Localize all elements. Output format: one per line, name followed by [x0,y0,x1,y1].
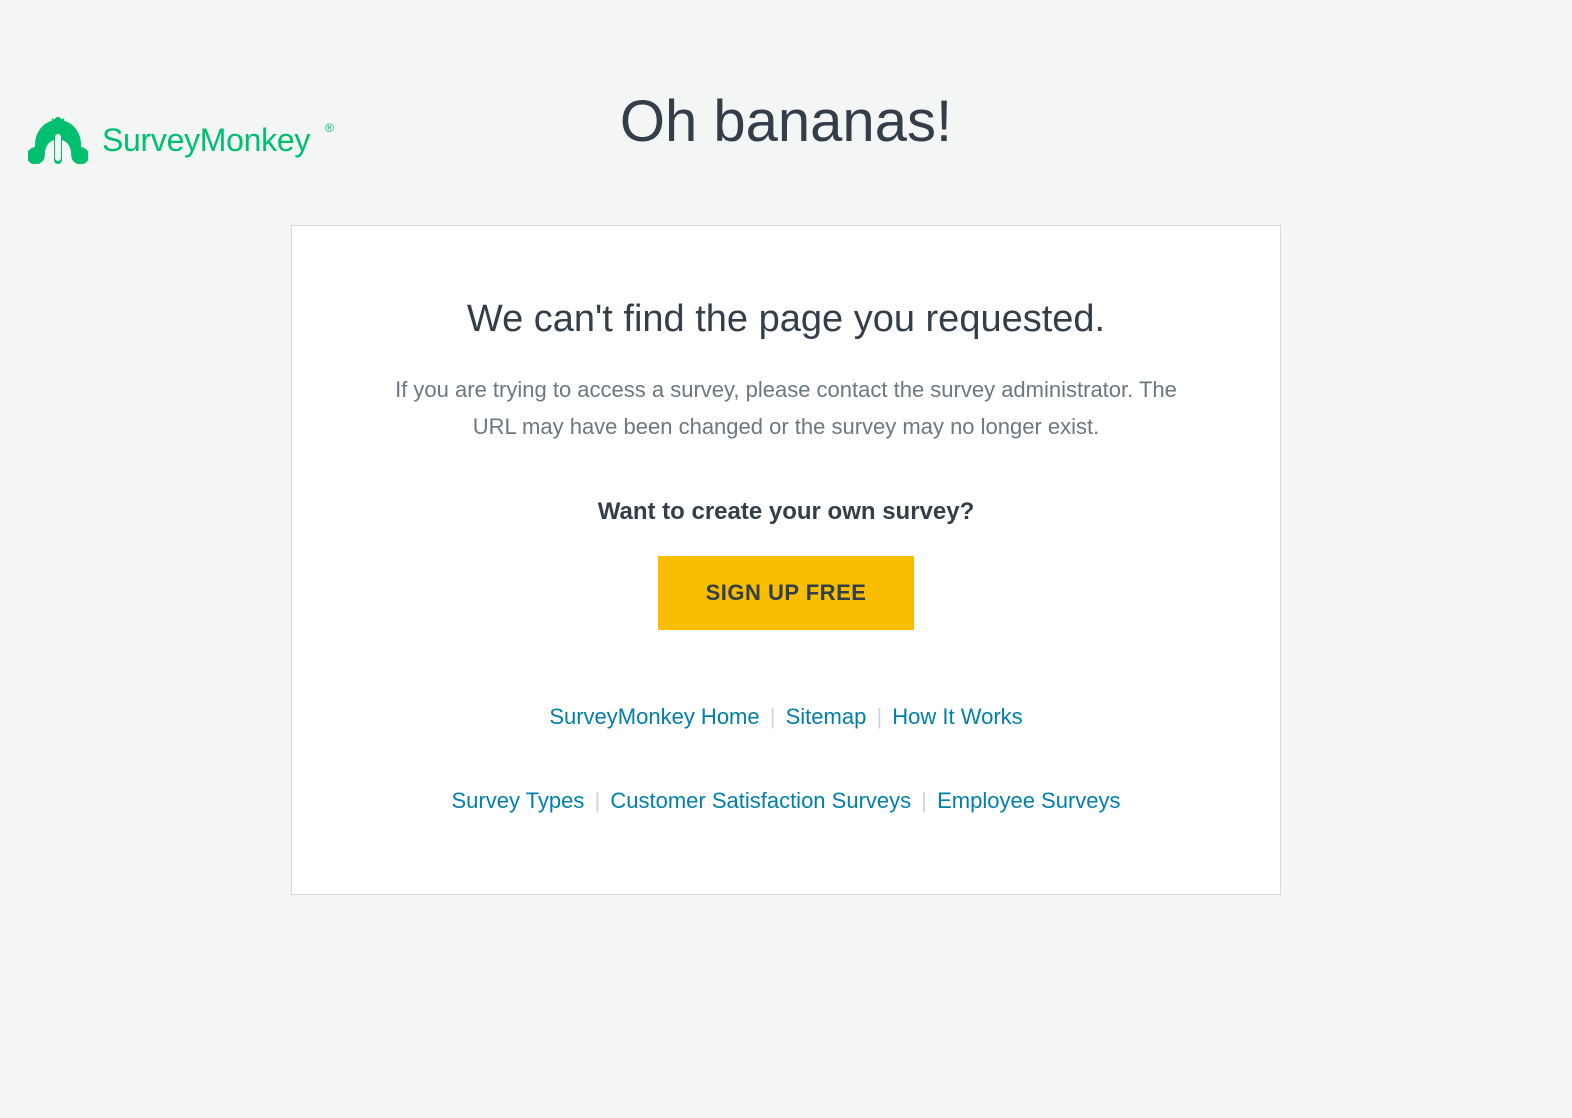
link-how-it-works[interactable]: How It Works [892,704,1022,729]
signup-free-button[interactable]: SIGN UP FREE [658,556,915,630]
footer-links-row-1: SurveyMonkey Home | Sitemap | How It Wor… [352,704,1220,730]
registered-mark: ® [325,121,334,135]
error-card: We can't find the page you requested. If… [291,225,1281,895]
link-employee-surveys[interactable]: Employee Surveys [937,788,1120,813]
footer-links-row-2: Survey Types | Customer Satisfaction Sur… [352,788,1220,814]
link-csat-surveys[interactable]: Customer Satisfaction Surveys [610,788,911,813]
link-survey-types[interactable]: Survey Types [451,788,584,813]
link-home[interactable]: SurveyMonkey Home [549,704,759,729]
separator: | [921,788,927,813]
link-sitemap[interactable]: Sitemap [786,704,867,729]
monkey-icon [28,116,88,164]
error-description: If you are trying to access a survey, pl… [376,371,1196,446]
brand-logo[interactable]: SurveyMonkey ® [28,116,334,164]
separator: | [876,704,882,729]
signup-prompt: Want to create your own survey? [352,498,1220,526]
brand-name: SurveyMonkey [102,122,310,159]
error-heading: We can't find the page you requested. [352,298,1220,341]
separator: | [595,788,601,813]
separator: | [770,704,776,729]
